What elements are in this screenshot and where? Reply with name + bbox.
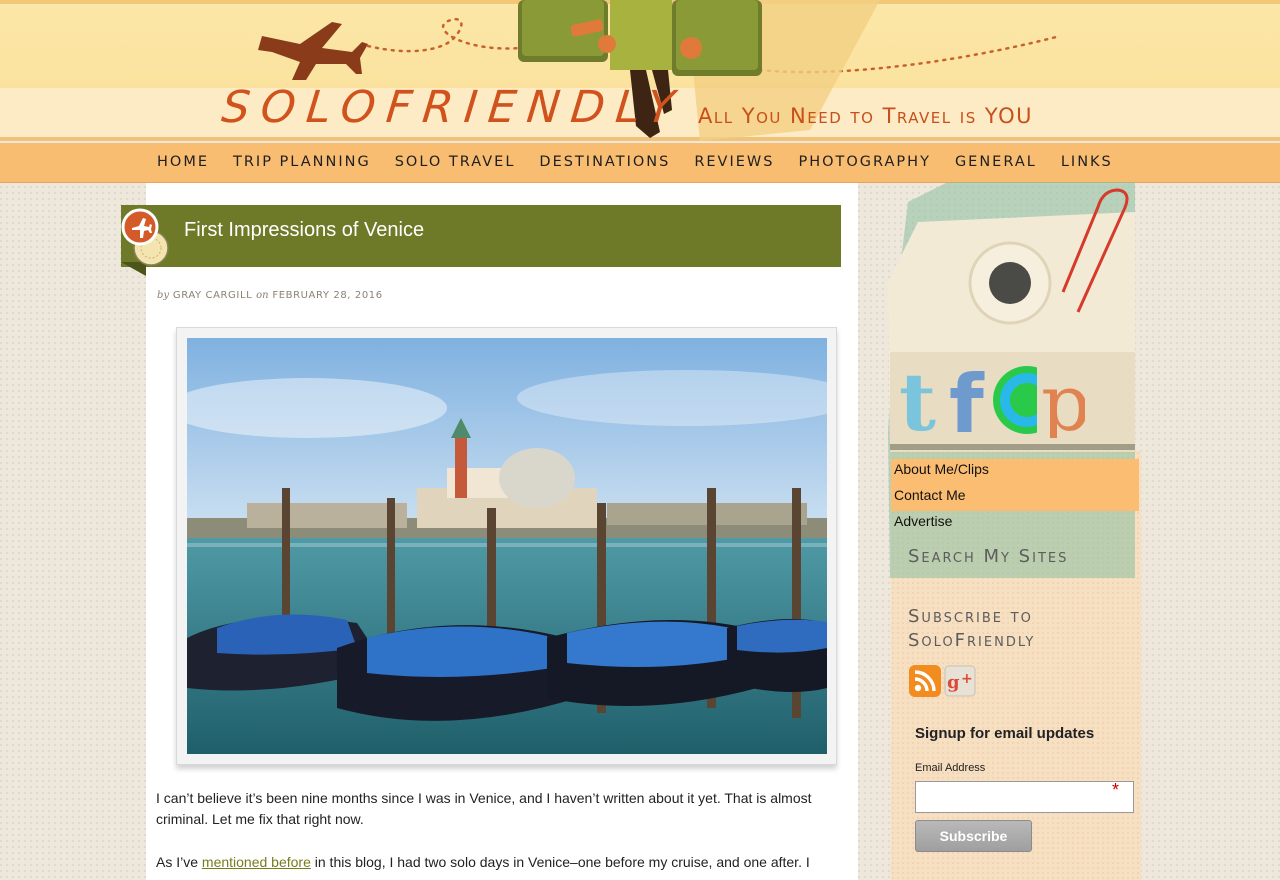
nav-item-trip-planning[interactable]: TRIP PLANNING: [233, 154, 371, 170]
subscribe-heading: Subscribe to SoloFriendly: [908, 606, 1036, 651]
email-address-label: Email Address: [915, 762, 986, 774]
nav-item-home[interactable]: HOME: [157, 154, 209, 170]
post-author-link[interactable]: GRAY CARGILL: [173, 290, 252, 301]
email-address-input[interactable]: [915, 781, 1134, 813]
nav-item-photography[interactable]: PHOTOGRAPHY: [798, 154, 930, 170]
twitter-icon[interactable]: t: [895, 360, 941, 438]
site-logo[interactable]: SOLOFRIENDLY: [219, 82, 687, 133]
post-title[interactable]: First Impressions of Venice: [184, 219, 424, 242]
byline-by: by: [157, 290, 170, 301]
venice-gondolas-photo[interactable]: [187, 338, 827, 754]
site-tagline: All You Need to Travel is YOU: [698, 104, 1033, 128]
nav-item-reviews[interactable]: REVIEWS: [694, 154, 774, 170]
email-signup-title: Signup for email updates: [915, 725, 1095, 742]
sidebar-links: About Me/Clips Contact Me Advertise: [891, 459, 1139, 537]
sidebar-link-about[interactable]: About Me/Clips: [891, 459, 1139, 485]
sidebar-link-contact[interactable]: Contact Me: [891, 485, 1139, 511]
svg-text:f: f: [949, 360, 985, 438]
subscribe-button[interactable]: Subscribe: [915, 820, 1032, 852]
nav-item-solo-travel[interactable]: SOLO TRAVEL: [395, 154, 516, 170]
facebook-icon[interactable]: f: [943, 360, 989, 438]
social-icons-row: t f p: [895, 360, 1085, 438]
post-featured-image-frame: [176, 327, 837, 765]
post-date: FEBRUARY 28, 2016: [272, 290, 383, 301]
nav-item-links[interactable]: LINKS: [1061, 154, 1113, 170]
pinterest-icon[interactable]: p: [1039, 360, 1085, 438]
google-plus-icon[interactable]: g +: [944, 665, 976, 697]
svg-text:t: t: [899, 360, 936, 438]
mentioned-before-link[interactable]: mentioned before: [202, 854, 311, 870]
rss-icon[interactable]: [909, 665, 941, 697]
nav-item-general[interactable]: GENERAL: [955, 154, 1037, 170]
main-navigation: HOME TRIP PLANNING SOLO TRAVEL DESTINATI…: [0, 143, 1280, 183]
paragraph-2-text-before: As I’ve: [156, 854, 202, 870]
required-marker: *: [1112, 780, 1120, 800]
subscribe-icons: g +: [909, 665, 976, 697]
post-paragraph-2: As I’ve mentioned before in this blog, I…: [156, 852, 846, 873]
svg-text:g: g: [947, 672, 960, 693]
paragraph-2-text-after: in this blog, I had two solo days in Ven…: [310, 854, 810, 870]
byline-on: on: [256, 290, 269, 301]
stumbleupon-icon[interactable]: [991, 360, 1037, 438]
search-sites-heading: Search My Sites: [908, 546, 1069, 567]
nav-item-destinations[interactable]: DESTINATIONS: [539, 154, 670, 170]
post-paragraph-1: I can’t believe it’s been nine months si…: [156, 790, 812, 827]
svg-text:+: +: [961, 671, 973, 687]
svg-text:p: p: [1041, 360, 1085, 438]
sidebar-link-advertise[interactable]: Advertise: [891, 511, 1139, 537]
airplane-badge-icon: [121, 208, 169, 266]
nav-list: HOME TRIP PLANNING SOLO TRAVEL DESTINATI…: [157, 154, 1113, 170]
site-header: SOLOFRIENDLY All You Need to Travel is Y…: [0, 0, 1280, 141]
post-byline: by GRAY CARGILL on FEBRUARY 28, 2016: [157, 290, 383, 301]
airplane-icon: [258, 22, 368, 80]
